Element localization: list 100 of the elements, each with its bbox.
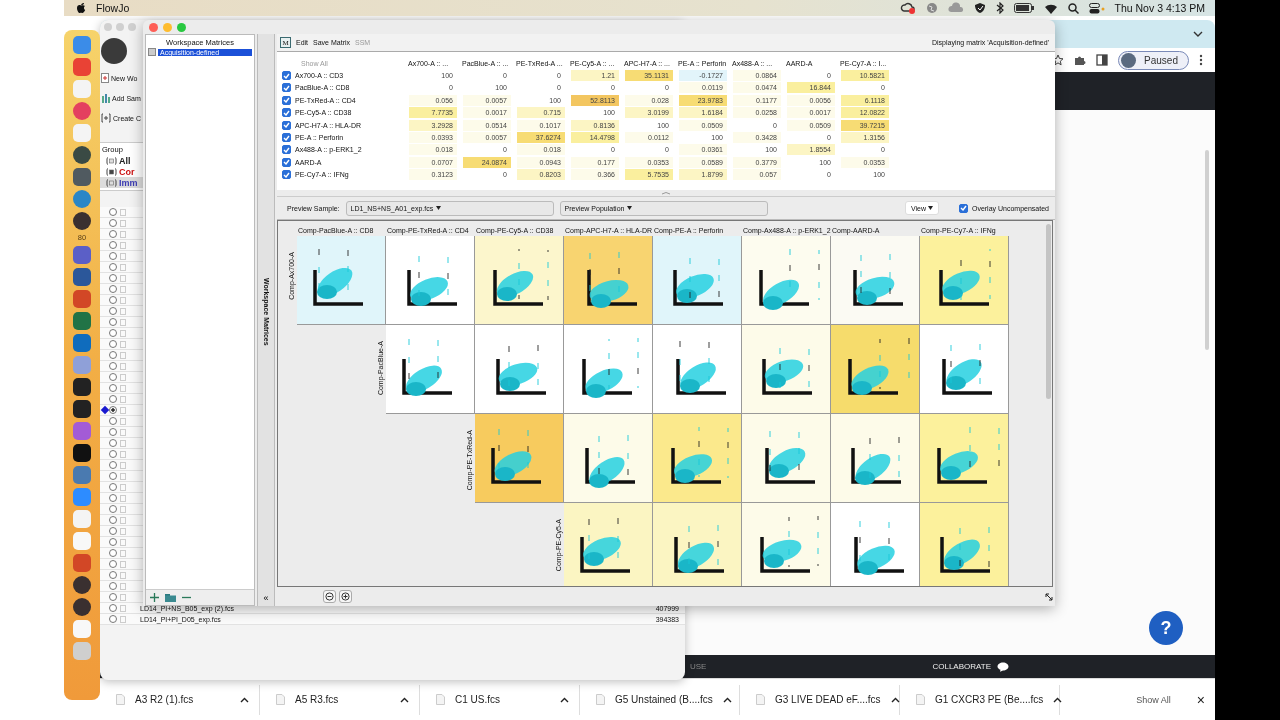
zoom-out-button[interactable] bbox=[323, 590, 336, 603]
checkbox[interactable] bbox=[282, 71, 291, 81]
checkbox[interactable] bbox=[282, 133, 291, 143]
chevron-up-icon[interactable] bbox=[240, 696, 249, 703]
radio-button[interactable] bbox=[109, 604, 117, 612]
app-icon[interactable] bbox=[73, 212, 91, 230]
checkbox[interactable] bbox=[282, 120, 291, 130]
radio-button[interactable] bbox=[109, 494, 117, 502]
radio-button[interactable] bbox=[109, 208, 117, 216]
apple-icon[interactable] bbox=[76, 2, 86, 14]
group-row[interactable]: Imm bbox=[100, 177, 143, 188]
radio-button[interactable] bbox=[109, 318, 117, 326]
checkbox[interactable] bbox=[282, 83, 291, 93]
creative-cloud-icon[interactable] bbox=[899, 2, 916, 14]
chevron-up-icon[interactable] bbox=[400, 696, 409, 703]
radio-button[interactable] bbox=[109, 351, 117, 359]
radio-button[interactable] bbox=[109, 406, 117, 414]
file-name[interactable]: C1 US.fcs bbox=[455, 694, 550, 705]
radio-button[interactable] bbox=[109, 384, 117, 392]
battery-icon[interactable] bbox=[1013, 3, 1034, 13]
app-icon[interactable] bbox=[73, 378, 91, 396]
bluetooth-icon[interactable] bbox=[995, 2, 1004, 14]
app-icon[interactable] bbox=[73, 268, 91, 286]
app-icon[interactable] bbox=[73, 146, 91, 164]
radio-button[interactable] bbox=[109, 472, 117, 480]
shield-icon[interactable] bbox=[973, 2, 986, 14]
app-icon[interactable] bbox=[73, 598, 91, 616]
radio-button[interactable] bbox=[109, 615, 117, 623]
radio-button[interactable] bbox=[109, 417, 117, 425]
app-icon[interactable] bbox=[73, 168, 91, 186]
checkbox[interactable] bbox=[958, 203, 968, 213]
sidebar-icon[interactable] bbox=[1096, 54, 1109, 66]
radio-button[interactable] bbox=[109, 219, 117, 227]
radio-button[interactable] bbox=[109, 439, 117, 447]
globe-icon[interactable] bbox=[925, 2, 938, 14]
radio-button[interactable] bbox=[109, 450, 117, 458]
help-button[interactable]: ? bbox=[1149, 611, 1183, 645]
search-icon[interactable] bbox=[1067, 2, 1079, 14]
chevron-up-icon[interactable] bbox=[560, 696, 569, 703]
app-icon[interactable] bbox=[73, 444, 91, 462]
app-logo[interactable] bbox=[101, 38, 127, 64]
chat-bubble-icon[interactable] bbox=[997, 661, 1009, 672]
collapse-button[interactable]: « bbox=[263, 593, 269, 603]
radio-button[interactable] bbox=[109, 241, 117, 249]
group-label[interactable]: Cor bbox=[119, 166, 135, 177]
show-all-link[interactable]: Show All bbox=[1136, 694, 1171, 705]
close-button[interactable]: × bbox=[1196, 691, 1205, 708]
checkbox[interactable] bbox=[282, 145, 291, 155]
group-row[interactable]: Cor bbox=[100, 166, 143, 177]
zoom-in-button[interactable] bbox=[339, 590, 352, 603]
group-label[interactable]: All bbox=[119, 155, 131, 166]
puzzle-icon[interactable] bbox=[1074, 54, 1087, 66]
wifi-icon[interactable] bbox=[1043, 2, 1058, 14]
radio-button[interactable] bbox=[109, 527, 117, 535]
resize-handle-icon[interactable] bbox=[1045, 592, 1053, 601]
radio-button[interactable] bbox=[109, 538, 117, 546]
radio-button[interactable] bbox=[109, 549, 117, 557]
chevron-up-icon[interactable] bbox=[1053, 696, 1063, 703]
checkbox[interactable] bbox=[282, 170, 291, 180]
radio-button[interactable] bbox=[109, 483, 117, 491]
scrollbar[interactable] bbox=[1046, 224, 1051, 399]
folder-icon[interactable] bbox=[165, 593, 176, 602]
file-name[interactable]: A5 R3.fcs bbox=[295, 694, 390, 705]
chevron-up-icon[interactable] bbox=[722, 696, 732, 703]
radio-button[interactable] bbox=[109, 362, 117, 370]
radio-button[interactable] bbox=[109, 263, 117, 271]
plus-icon[interactable] bbox=[150, 593, 159, 602]
file-name[interactable]: G5 Unstained (B....fcs bbox=[615, 694, 713, 705]
radio-button[interactable] bbox=[109, 329, 117, 337]
app-icon[interactable] bbox=[73, 400, 91, 418]
control-center-icon[interactable] bbox=[1088, 2, 1105, 14]
radio-button[interactable] bbox=[109, 230, 117, 238]
radio-button[interactable] bbox=[109, 582, 117, 590]
checkbox[interactable] bbox=[282, 157, 291, 167]
file-name[interactable]: G3 LIVE DEAD eF....fcs bbox=[775, 694, 881, 705]
splitter-grip-icon[interactable] bbox=[661, 191, 671, 195]
clock[interactable]: Thu Nov 3 4:13 PM bbox=[1114, 2, 1205, 14]
chevron-up-icon[interactable] bbox=[890, 696, 900, 703]
star-icon[interactable] bbox=[1052, 54, 1065, 66]
group-label[interactable]: Imm bbox=[119, 177, 138, 188]
radio-button[interactable] bbox=[109, 307, 117, 315]
radio-button[interactable] bbox=[109, 274, 117, 282]
radio-button[interactable] bbox=[109, 252, 117, 260]
radio-button[interactable] bbox=[109, 571, 117, 579]
radio-button[interactable] bbox=[109, 296, 117, 304]
scrollbar[interactable] bbox=[1205, 150, 1209, 350]
app-icon[interactable] bbox=[73, 576, 91, 594]
file-name[interactable]: G1 CXCR3 PE (Be....fcs bbox=[935, 694, 1044, 705]
radio-button[interactable] bbox=[109, 593, 117, 601]
radio-button[interactable] bbox=[109, 373, 117, 381]
radio-button[interactable] bbox=[109, 505, 117, 513]
checkbox[interactable] bbox=[282, 95, 291, 105]
radio-button[interactable] bbox=[109, 516, 117, 524]
collaborate-label[interactable]: COLLABORATE bbox=[932, 662, 991, 671]
app-name[interactable]: FlowJo bbox=[96, 2, 130, 14]
chevron-down-icon[interactable] bbox=[1193, 31, 1203, 37]
group-row[interactable]: All bbox=[100, 155, 143, 166]
minus-icon[interactable] bbox=[182, 596, 191, 599]
checkbox[interactable] bbox=[282, 108, 291, 118]
radio-button[interactable] bbox=[109, 340, 117, 348]
